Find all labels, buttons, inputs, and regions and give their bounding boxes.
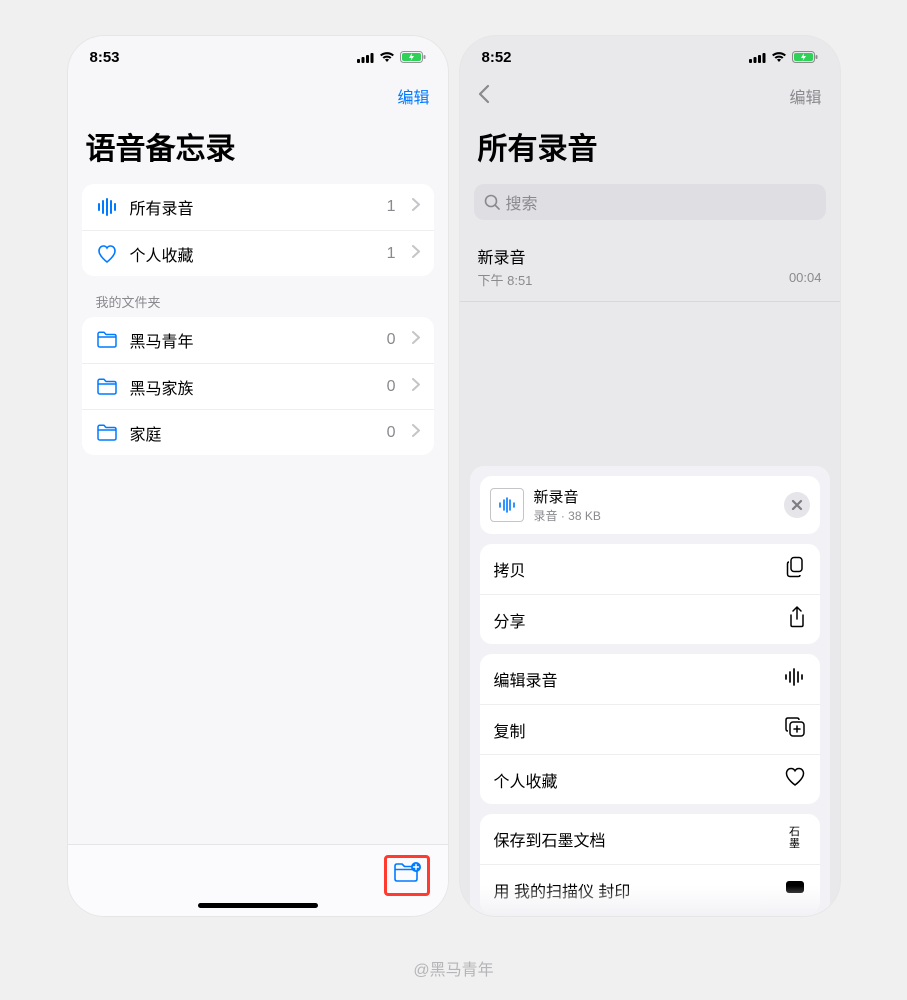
row-count: 1	[387, 198, 396, 216]
page-title: 所有录音	[460, 118, 840, 184]
status-icons	[749, 51, 818, 63]
search-icon	[484, 194, 500, 210]
shimo-icon: 石墨	[784, 827, 806, 850]
row-all-recordings[interactable]: 所有录音 1	[82, 184, 434, 230]
home-indicator[interactable]	[198, 903, 318, 908]
chevron-right-icon	[412, 378, 420, 396]
heart-icon	[96, 245, 118, 263]
status-time: 8:53	[90, 49, 120, 66]
row-count: 1	[387, 245, 396, 263]
folder-plus-icon	[393, 862, 421, 884]
folder-row[interactable]: 家庭 0	[82, 409, 434, 455]
signal-icon	[357, 52, 374, 63]
chevron-right-icon	[412, 245, 420, 263]
chevron-left-icon	[478, 84, 490, 104]
recording-duration: 00:04	[789, 270, 822, 289]
sheet-group: 编辑录音 复制 个人收藏	[480, 654, 820, 804]
status-bar: 8:52	[460, 36, 840, 78]
action-label: 个人收藏	[494, 768, 558, 792]
action-edit-recording[interactable]: 编辑录音	[480, 654, 820, 704]
caption: @黑马青年	[0, 956, 907, 980]
battery-icon	[792, 51, 818, 63]
nav-bar: 编辑	[68, 78, 448, 118]
status-time: 8:52	[482, 49, 512, 66]
share-icon	[788, 606, 806, 633]
share-sheet: 新录音 录音 · 38 KB 拷贝 分享	[470, 466, 830, 916]
recording-item[interactable]: 新录音 下午 8:51 00:04	[460, 234, 840, 302]
status-bar: 8:53	[68, 36, 448, 78]
row-label: 黑马青年	[130, 328, 375, 352]
chevron-right-icon	[412, 424, 420, 442]
action-label: 编辑录音	[494, 667, 558, 691]
file-waveform-icon	[490, 488, 524, 522]
edit-button[interactable]: 编辑	[397, 84, 429, 108]
row-count: 0	[387, 424, 396, 442]
edit-button[interactable]: 编辑	[789, 84, 821, 108]
action-favorite[interactable]: 个人收藏	[480, 754, 820, 804]
phone-left: 8:53 编辑 语音备忘录 所有录音 1	[68, 36, 448, 916]
action-label: 分享	[494, 608, 526, 632]
highlight-box	[384, 855, 430, 896]
duplicate-icon	[784, 716, 806, 743]
chevron-right-icon	[412, 198, 420, 216]
folder-icon	[96, 331, 118, 349]
action-label: 拷贝	[494, 557, 526, 581]
waveform-icon	[96, 198, 118, 216]
battery-icon	[400, 51, 426, 63]
main-list: 所有录音 1 个人收藏 1	[82, 184, 434, 276]
row-count: 0	[387, 378, 396, 396]
action-label: 保存到石墨文档	[494, 827, 606, 851]
action-scanner[interactable]: 用 我的扫描仪 封印	[480, 864, 820, 914]
wifi-icon	[379, 51, 395, 63]
sheet-group: 拷贝 分享	[480, 544, 820, 644]
row-label: 所有录音	[130, 195, 375, 219]
back-button[interactable]	[478, 84, 490, 109]
sheet-file-title: 新录音	[534, 486, 774, 507]
row-label: 个人收藏	[130, 242, 375, 266]
recording-title: 新录音	[478, 244, 822, 268]
folder-icon	[96, 378, 118, 396]
folder-row[interactable]: 黑马青年 0	[82, 317, 434, 363]
row-label: 黑马家族	[130, 375, 375, 399]
folders-header: 我的文件夹	[68, 292, 448, 317]
action-label: 复制	[494, 718, 526, 742]
signal-icon	[749, 52, 766, 63]
scanner-icon	[784, 879, 806, 900]
folder-row[interactable]: 黑马家族 0	[82, 363, 434, 409]
action-label: 用 我的扫描仪 封印	[494, 878, 631, 902]
folders-list: 黑马青年 0 黑马家族 0 家庭 0	[82, 317, 434, 455]
recording-time: 下午 8:51	[478, 270, 533, 289]
action-save-shimo[interactable]: 保存到石墨文档 石墨	[480, 814, 820, 864]
search-placeholder: 搜索	[506, 190, 538, 214]
phone-right: 8:52 编辑 所有录音 搜索 新录音 下午 8:51 00:04	[460, 36, 840, 916]
sheet-file-sub: 录音 · 38 KB	[534, 507, 774, 524]
row-label: 家庭	[130, 421, 375, 445]
heart-outline-icon	[784, 767, 806, 792]
folder-icon	[96, 424, 118, 442]
search-input[interactable]: 搜索	[474, 184, 826, 220]
close-button[interactable]	[784, 492, 810, 518]
page-title: 语音备忘录	[68, 118, 448, 184]
row-favorites[interactable]: 个人收藏 1	[82, 230, 434, 276]
waveform-icon	[784, 668, 806, 691]
sheet-group: 保存到石墨文档 石墨 用 我的扫描仪 封印	[480, 814, 820, 914]
close-icon	[791, 499, 803, 511]
status-icons	[357, 51, 426, 63]
nav-bar: 编辑	[460, 78, 840, 118]
action-duplicate[interactable]: 复制	[480, 704, 820, 754]
copy-doc-icon	[786, 556, 806, 583]
wifi-icon	[771, 51, 787, 63]
sheet-header: 新录音 录音 · 38 KB	[480, 476, 820, 534]
new-folder-button[interactable]	[393, 862, 421, 889]
action-share[interactable]: 分享	[480, 594, 820, 644]
row-count: 0	[387, 331, 396, 349]
chevron-right-icon	[412, 331, 420, 349]
action-copy[interactable]: 拷贝	[480, 544, 820, 594]
